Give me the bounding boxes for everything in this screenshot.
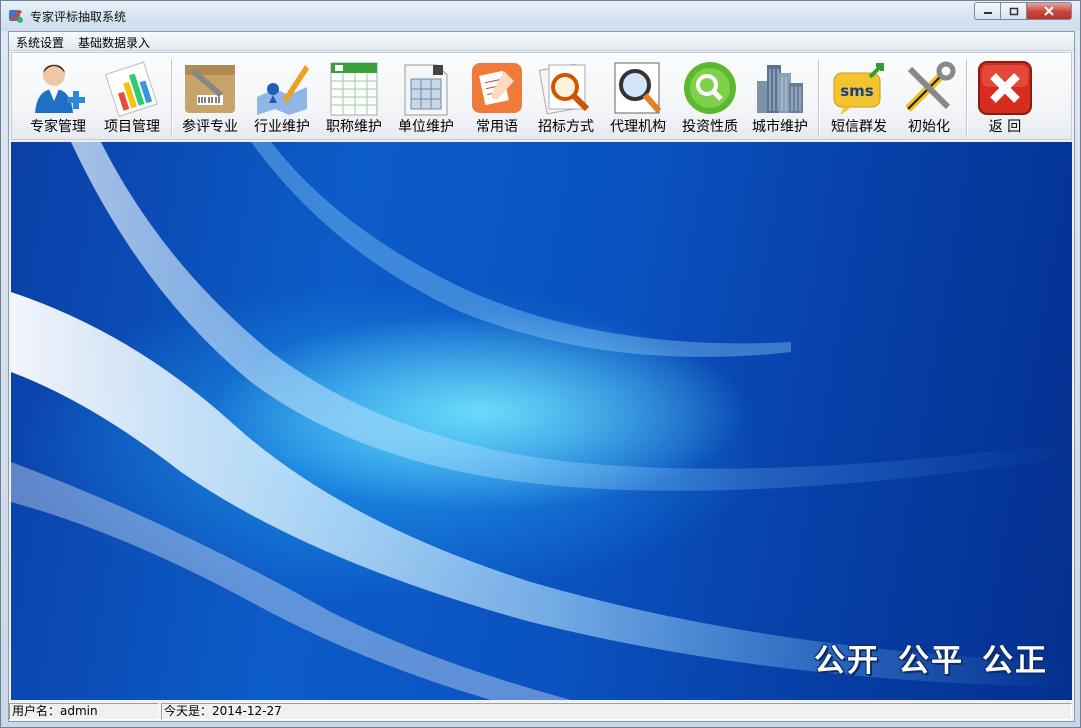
title-maintenance-button[interactable]: 职称维护: [318, 59, 390, 139]
restore-icon: [1009, 7, 1018, 15]
sms-broadcast-button[interactable]: sms 短信群发: [822, 59, 896, 139]
project-management-label: 项目管理: [104, 119, 160, 135]
window-title: 专家评标抽取系统: [30, 10, 127, 24]
city-maintenance-button[interactable]: 城市维护: [744, 59, 816, 139]
minimize-icon: [983, 12, 992, 14]
unit-maintenance-button[interactable]: 单位维护: [390, 59, 462, 139]
notepad-icon: [472, 63, 522, 113]
toolbar-separator: [818, 59, 820, 137]
app-icon: [9, 10, 23, 23]
investment-nature-label: 投资性质: [682, 119, 738, 135]
investment-nature-button[interactable]: 投资性质: [674, 59, 746, 139]
agency-button[interactable]: 代理机构: [602, 59, 674, 139]
close-button[interactable]: [1026, 2, 1072, 20]
slogan: 公开 公平 公正: [796, 635, 1048, 680]
light-swoosh-graphic: [11, 142, 1072, 700]
spreadsheet-icon: [330, 62, 378, 116]
exit-icon: [978, 61, 1032, 115]
return-label: 返 回: [988, 119, 1022, 135]
sms-broadcast-label: 短信群发: [831, 119, 887, 135]
common-phrases-button[interactable]: 常用语: [464, 59, 530, 139]
title-bar[interactable]: 专家评标抽取系统: [1, 1, 1080, 31]
minimize-button[interactable]: [974, 2, 1000, 20]
agency-label: 代理机构: [610, 119, 666, 135]
city-maintenance-label: 城市维护: [752, 119, 808, 135]
sms-icon: sms: [833, 63, 884, 115]
industry-maintenance-label: 行业维护: [254, 119, 310, 135]
wrench-box-icon: [185, 65, 235, 113]
menu-system-settings[interactable]: 系统设置: [13, 34, 67, 51]
buildings-icon: [757, 65, 803, 113]
main-background: 公开 公平 公正: [11, 142, 1072, 700]
toolbar: 专家管理 项目管理 参评专业 行业维护 职称维护 单位维护 常用语 招标方式 代…: [11, 52, 1072, 140]
evaluation-specialty-button[interactable]: 参评专业: [174, 59, 246, 139]
expert-management-button[interactable]: 专家管理: [20, 59, 96, 139]
initialize-button[interactable]: 初始化: [896, 59, 962, 139]
toolbar-separator: [171, 59, 173, 137]
bidding-method-button[interactable]: 招标方式: [530, 59, 602, 139]
slogan-just: 公正: [982, 643, 1048, 679]
tools-icon: [905, 61, 956, 112]
expert-management-label: 专家管理: [30, 119, 86, 135]
return-button[interactable]: 返 回: [970, 59, 1040, 139]
client-area: 系统设置 基础数据录入 专家管理 项目管理 参评专业 行业维护 职称维护 单位维…: [8, 31, 1075, 722]
search-documents-icon: [538, 63, 590, 115]
toolbar-separator: [966, 59, 968, 137]
status-bar: 用户名：admin 今天是：2014-12-27: [9, 702, 1074, 721]
initialize-label: 初始化: [908, 119, 950, 135]
menu-bar: 系统设置 基础数据录入: [9, 32, 1074, 51]
maximize-button[interactable]: [1000, 2, 1026, 20]
map-pen-icon: [257, 65, 309, 115]
app-window: 专家评标抽取系统 系统设置 基础数据录入 专家管理 项目管理 参评专业 行业维护…: [0, 0, 1081, 728]
slogan-open: 公开: [814, 643, 880, 679]
slogan-fair: 公平: [898, 643, 964, 679]
magnifier-icon: [614, 62, 662, 114]
title-maintenance-label: 职称维护: [326, 119, 382, 135]
svg-text:sms: sms: [840, 82, 874, 100]
evaluation-specialty-label: 参评专业: [182, 119, 238, 135]
green-search-icon: [684, 62, 736, 114]
user-add-icon: [35, 64, 85, 113]
close-icon: [1044, 6, 1054, 16]
industry-maintenance-button[interactable]: 行业维护: [246, 59, 318, 139]
status-username: 用户名：admin: [9, 703, 159, 720]
status-date: 今天是：2014-12-27: [161, 703, 1072, 720]
menu-basic-data-entry[interactable]: 基础数据录入: [75, 34, 153, 51]
bidding-method-label: 招标方式: [538, 119, 594, 135]
common-phrases-label: 常用语: [476, 119, 518, 135]
project-management-button[interactable]: 项目管理: [96, 59, 168, 139]
chart-icon: [104, 61, 158, 117]
unit-maintenance-label: 单位维护: [398, 119, 454, 135]
document-grid-icon: [404, 64, 448, 116]
